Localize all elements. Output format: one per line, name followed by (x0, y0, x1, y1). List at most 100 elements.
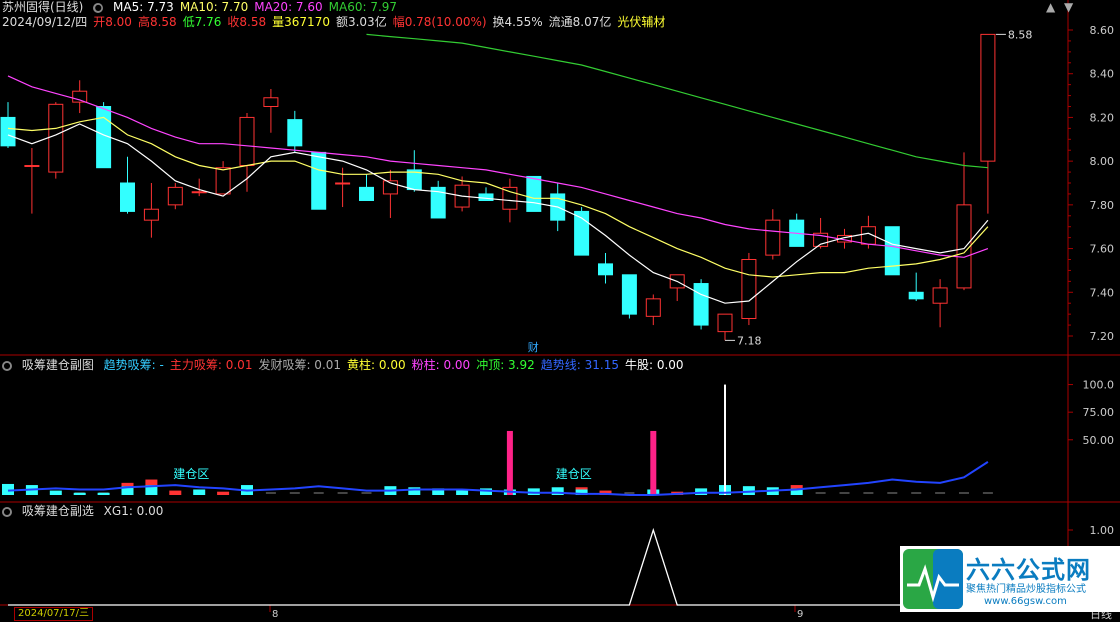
candle-body (741, 259, 757, 320)
sub1-zone-label: 建仓区 (556, 467, 592, 481)
quote-field-7: 幅0.78(10.00%) (392, 15, 487, 29)
ma-labels: MA5: 7.73 MA10: 7.70 MA20: 7.60 MA60: 7.97 (113, 0, 403, 14)
month-label: 9 (797, 609, 803, 619)
main-candle-chart[interactable]: 8.58 7.18 财 (0, 28, 1033, 354)
price-axis-label: 7.60 (1090, 243, 1115, 256)
quote-field-0: 2024/09/12/四 (2, 15, 88, 29)
candle-body (526, 175, 542, 212)
price-axis-label: 8.00 (1090, 155, 1115, 168)
candle-body (335, 182, 351, 185)
candle-body (48, 103, 64, 173)
sub1-label-7: 牛股: 0.00 (624, 358, 684, 372)
quote-field-8: 换4.55% (492, 15, 543, 29)
sub1-axis-label: 50.00 (1083, 434, 1115, 447)
quote-field-10: 光伏辅材 (617, 15, 666, 29)
sub-chart-selection[interactable] (8, 527, 988, 606)
chart-canvas[interactable]: 8 9 8.60 8.40 8.20 8.00 7.80 7.60 7.40 7.20 100.0 7… (0, 0, 1120, 619)
candle-body (478, 193, 494, 201)
price-axis-label: 7.40 (1090, 286, 1115, 299)
quote-field-6: 额3.03亿 (335, 15, 387, 29)
ma-label-0: MA5: 7.73 (113, 0, 174, 14)
candle-body (598, 263, 613, 276)
candle-body (884, 226, 900, 276)
sub1-label-6: 趋势线: 31.15 (540, 358, 619, 372)
sub2-title: 吸筹建仓副选 (21, 504, 94, 518)
low-price-label: 7.18 (737, 334, 762, 347)
candle-body (717, 313, 733, 333)
sub1-label-2: 发财吸筹: 0.01 (258, 358, 342, 372)
sub1-cyan-bar (73, 492, 86, 495)
financial-report-marker: 财 (528, 340, 539, 354)
price-axis-label: 8.20 (1090, 111, 1115, 124)
sub1-pink-spike (506, 430, 513, 495)
sub1-cyan-bar (408, 487, 421, 495)
sub1-cyan-bar (49, 490, 62, 495)
sub1-red-cap (169, 490, 182, 495)
sub1-axis-label: 100.0 (1083, 379, 1115, 392)
ma-label-3: MA60: 7.97 (328, 0, 398, 14)
candle-body (311, 151, 327, 210)
logo-subtitle: 聚焦热门精品炒股指标公式 (966, 584, 1086, 595)
window-down-button[interactable]: ▼ (1064, 0, 1073, 14)
ma10-line (7, 116, 989, 278)
candle-body (908, 291, 924, 300)
sub2-indicator-labels: XG1: 0.00 (104, 504, 170, 518)
sub1-zone-label: 建仓区 (173, 467, 209, 481)
sub1-cyan-bar (695, 488, 708, 495)
settings-dot-icon[interactable]: ● (93, 2, 104, 13)
candle-body (359, 186, 374, 201)
candle-body (191, 191, 207, 194)
sub1-red-cap (790, 485, 803, 489)
stock-chart-window: 8 9 8.60 8.40 8.20 8.00 7.80 7.60 7.40 7.20 100.0 7… (0, 0, 1120, 621)
stock-title: 苏州固得(日线) (2, 0, 84, 14)
candle-body (621, 274, 637, 315)
sub1-red-cap (121, 482, 134, 487)
ma20-line (7, 75, 989, 258)
sub2-header: ● 吸筹建仓副选 XG1: 0.00 (2, 504, 175, 519)
candle-body (502, 186, 518, 210)
sub2-settings-dot-icon[interactable]: ● (2, 506, 12, 517)
candle-body (693, 283, 709, 326)
candle-body (143, 208, 159, 221)
sub1-red-cap (575, 487, 588, 490)
price-axis-label: 7.20 (1090, 330, 1115, 343)
quote-field-9: 流通8.07亿 (548, 15, 612, 29)
ma60-line (366, 33, 988, 169)
sub2-signal-line (8, 527, 988, 606)
sub-chart-accumulation[interactable]: 建仓区 建仓区 (2, 384, 993, 496)
chart-grid: 8 9 8.60 8.40 8.20 8.00 7.80 7.60 7.40 7.20 100.0 7… (0, 0, 1120, 619)
main-header: 苏州固得(日线) ● MA5: 7.73 MA10: 7.70 MA20: 7.60… (2, 0, 409, 15)
candle-body (980, 33, 996, 162)
watermark-logo: 六六公式网 聚焦热门精品炒股指标公式 www.66gsw.com (900, 546, 1120, 612)
sub1-red-cap (217, 491, 230, 495)
price-axis-label: 8.60 (1090, 24, 1115, 37)
sub1-settings-dot-icon[interactable]: ● (2, 360, 12, 371)
candle-body (167, 186, 183, 206)
quote-field-4: 收8.58 (227, 15, 267, 29)
sub2-axis-label: 1.00 (1090, 524, 1115, 537)
quote-field-1: 开8.00 (93, 15, 132, 29)
candle-body (765, 219, 781, 256)
sub1-title: 吸筹建仓副图 (21, 358, 94, 372)
quote-field-5: 量367170 (272, 15, 330, 29)
candle-body (956, 204, 972, 289)
sub1-cyan-bar (97, 492, 110, 495)
candle-body (263, 97, 279, 107)
sub1-label-1: 主力吸筹: 0.01 (169, 358, 253, 372)
sub1-cyan-bar (193, 489, 206, 495)
candle-body (120, 182, 135, 212)
candle-body (932, 287, 948, 304)
sub1-axis-label: 75.00 (1083, 406, 1115, 419)
sub1-header: ● 吸筹建仓副图 趋势吸筹: - 主力吸筹: 0.01 发财吸筹: 0.01 黄柱: … (2, 358, 696, 373)
high-price-label: 8.58 (1008, 28, 1033, 41)
sub1-label-4: 粉柱: 0.00 (411, 358, 471, 372)
candle-body (0, 116, 16, 147)
sub1-indicator-labels: 趋势吸筹: - 主力吸筹: 0.01 发财吸筹: 0.01 黄柱: 0.00 粉柱: 0… (104, 358, 690, 372)
price-axis-label: 8.40 (1090, 68, 1115, 81)
ma-label-2: MA20: 7.60 (254, 0, 323, 14)
window-up-button[interactable]: ▲ (1046, 0, 1055, 14)
candle-body (239, 116, 255, 167)
quote-info-line: 2024/09/12/四 开8.00 高8.58 低7.76 收8.58 量367170 额… (2, 15, 671, 30)
sub1-label-3: 黄柱: 0.00 (347, 358, 406, 372)
sub1-label-5: 冲顶: 3.92 (476, 358, 535, 372)
